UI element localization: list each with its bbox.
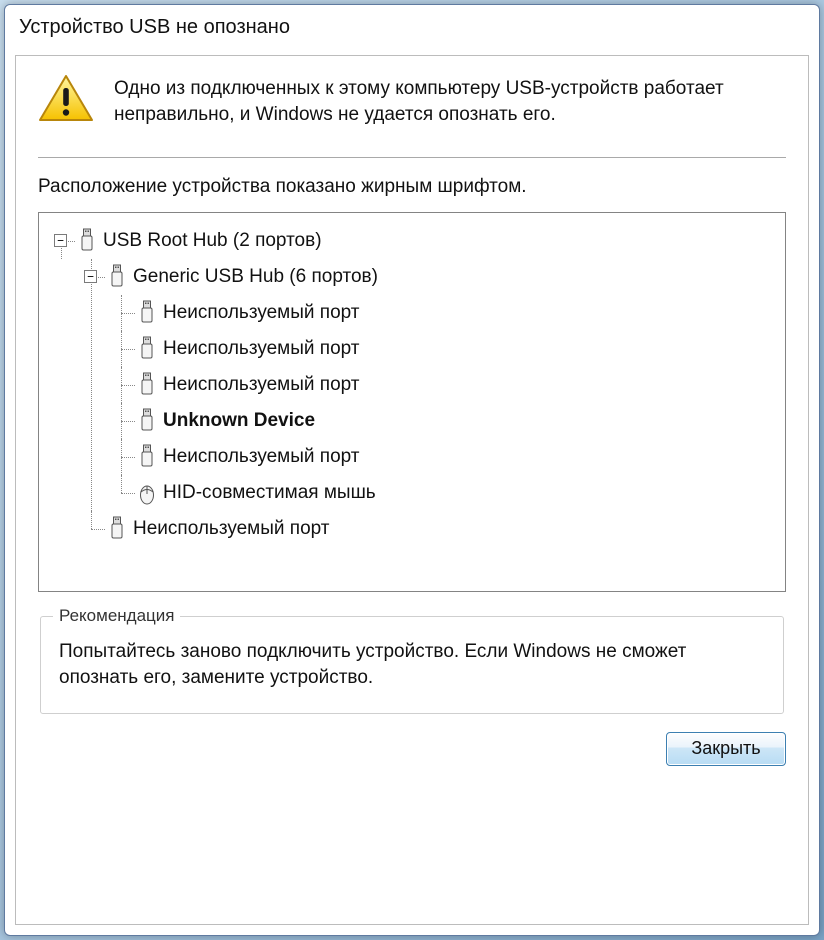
mouse-icon — [137, 479, 157, 507]
location-label: Расположение устройства показано жирным … — [38, 176, 786, 198]
tree-item[interactable]: Неиспользуемый порт — [137, 439, 777, 475]
button-row: Закрыть — [38, 732, 786, 766]
tree-item[interactable]: Generic USB Hub (6 портов) — [107, 259, 777, 295]
recommendation-group: Рекомендация Попытайтесь заново подключи… — [40, 616, 784, 713]
tree-item-label: USB Root Hub (2 портов) — [103, 230, 322, 252]
tree-item-label: Неиспользуемый порт — [163, 338, 360, 360]
tree-item-label: Неиспользуемый порт — [163, 374, 360, 396]
usb-icon — [137, 443, 157, 471]
usb-icon — [107, 515, 127, 543]
tree-node: Неиспользуемый порт — [77, 511, 777, 547]
tree-node: HID-совместимая мышь — [107, 475, 777, 511]
tree-node: − USB Root Hub (2 портов) − Generic USB Hub… — [47, 223, 777, 547]
tree-item-label: Неиспользуемый порт — [163, 302, 360, 324]
device-tree[interactable]: − USB Root Hub (2 портов) − Generic USB Hub… — [38, 212, 786, 592]
usb-icon — [137, 299, 157, 327]
tree-node: Unknown Device — [107, 403, 777, 439]
tree-item[interactable]: Неиспользуемый порт — [107, 511, 777, 547]
tree-node: Неиспользуемый порт — [107, 367, 777, 403]
window-title: Устройство USB не опознано — [19, 16, 290, 39]
tree-toggle[interactable]: − — [84, 270, 97, 283]
tree-node: Неиспользуемый порт — [107, 439, 777, 475]
tree-node: − Generic USB Hub (6 портов) Неиспользуемы… — [77, 259, 777, 511]
tree-node: Неиспользуемый порт — [107, 295, 777, 331]
tree-item[interactable]: USB Root Hub (2 портов) — [77, 223, 777, 259]
tree-item-label: Неиспользуемый порт — [133, 518, 330, 540]
tree-item-label: Unknown Device — [163, 410, 315, 432]
tree-item[interactable]: Неиспользуемый порт — [137, 295, 777, 331]
titlebar[interactable]: Устройство USB не опознано — [5, 5, 819, 49]
message-text: Одно из подключенных к этому компьютеру … — [114, 74, 786, 127]
tree-item[interactable]: Unknown Device — [137, 403, 777, 439]
usb-icon — [107, 263, 127, 291]
usb-icon — [137, 335, 157, 363]
warning-icon — [38, 74, 94, 124]
close-button[interactable]: Закрыть — [666, 732, 786, 766]
tree-item[interactable]: Неиспользуемый порт — [137, 367, 777, 403]
tree-item[interactable]: HID-совместимая мышь — [137, 475, 777, 511]
message-area: Одно из подключенных к этому компьютеру … — [38, 74, 786, 127]
tree-toggle[interactable]: − — [54, 234, 67, 247]
dialog-content: Одно из подключенных к этому компьютеру … — [15, 55, 809, 925]
dialog-window: Устройство USB не опознано Одно из под — [4, 4, 820, 936]
usb-icon — [137, 407, 157, 435]
recommendation-body: Попытайтесь заново подключить устройство… — [59, 639, 765, 690]
usb-icon — [77, 227, 97, 255]
separator — [38, 157, 786, 158]
tree-node: Неиспользуемый порт — [107, 331, 777, 367]
tree-item[interactable]: Неиспользуемый порт — [137, 331, 777, 367]
usb-icon — [137, 371, 157, 399]
tree-item-label: Generic USB Hub (6 портов) — [133, 266, 378, 288]
tree-item-label: Неиспользуемый порт — [163, 446, 360, 468]
tree-item-label: HID-совместимая мышь — [163, 482, 376, 504]
recommendation-title: Рекомендация — [53, 606, 180, 626]
